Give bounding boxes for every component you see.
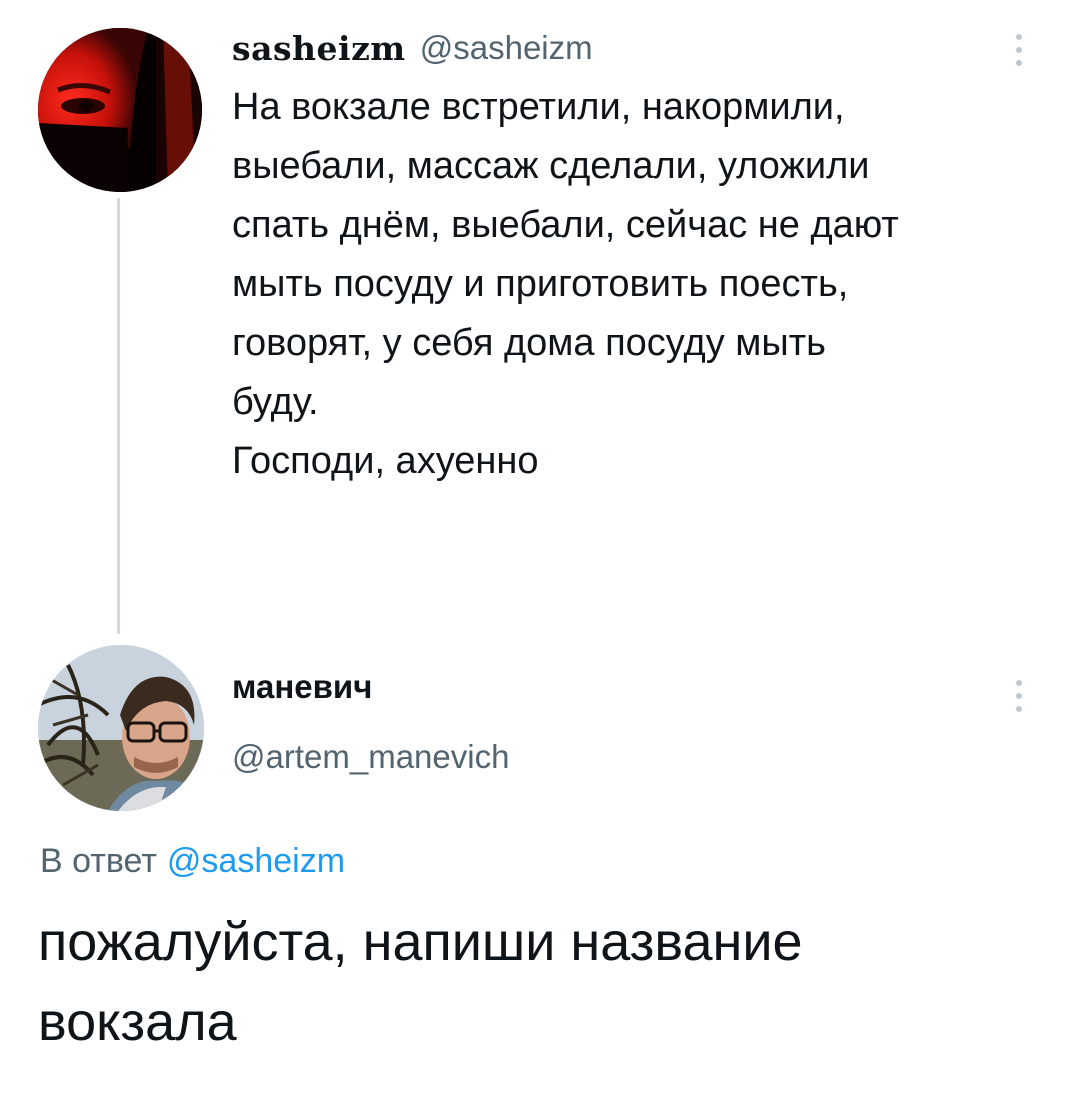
tweet-text-line: мыть посуду и приготовить поесть,: [232, 263, 849, 305]
avatar-sasheizm[interactable]: [38, 28, 202, 192]
tweet-text-line: Господи, ахуенно: [232, 440, 539, 482]
thread-connector-line: [117, 198, 120, 634]
tweet-text-line: На вокзале встретили, накормили,: [232, 86, 845, 128]
avatar-image: [38, 645, 204, 811]
reply-to-mention-link[interactable]: @sasheizm: [167, 842, 345, 880]
reply-to-context: В ответ @sasheizm: [40, 842, 345, 881]
reply-text-line: пожалуйста, напиши название: [38, 912, 803, 972]
reply-text: пожалуйста, напиши название вокзала: [38, 902, 1058, 1062]
reply-author-handle[interactable]: @artem_manevich: [232, 738, 509, 776]
tweet-text-line: выебали, массаж сделали, уложили: [232, 145, 870, 187]
avatar-image: [38, 28, 202, 192]
reply-text-line: вокзала: [38, 992, 237, 1052]
tweet-text-line: буду.: [232, 381, 319, 423]
author-display-name[interactable]: sasheizm: [232, 29, 406, 68]
tweet-text: На вокзале встретили, накормили, выебали…: [232, 78, 1062, 491]
tweet-text-line: говорят, у себя дома посуду мыть: [232, 322, 826, 364]
avatar-artem-manevich[interactable]: [38, 645, 204, 811]
reply-author-display-name[interactable]: маневич: [232, 668, 372, 706]
tweet-header: sasheizm @sasheizm: [232, 22, 593, 74]
more-vertical-icon[interactable]: [1011, 34, 1027, 66]
author-handle[interactable]: @sasheizm: [420, 29, 593, 67]
more-vertical-icon[interactable]: [1011, 680, 1027, 712]
tweet-text-line: спать днём, выебали, сейчас не дают: [232, 204, 899, 246]
reply-to-label: В ответ: [40, 842, 157, 880]
